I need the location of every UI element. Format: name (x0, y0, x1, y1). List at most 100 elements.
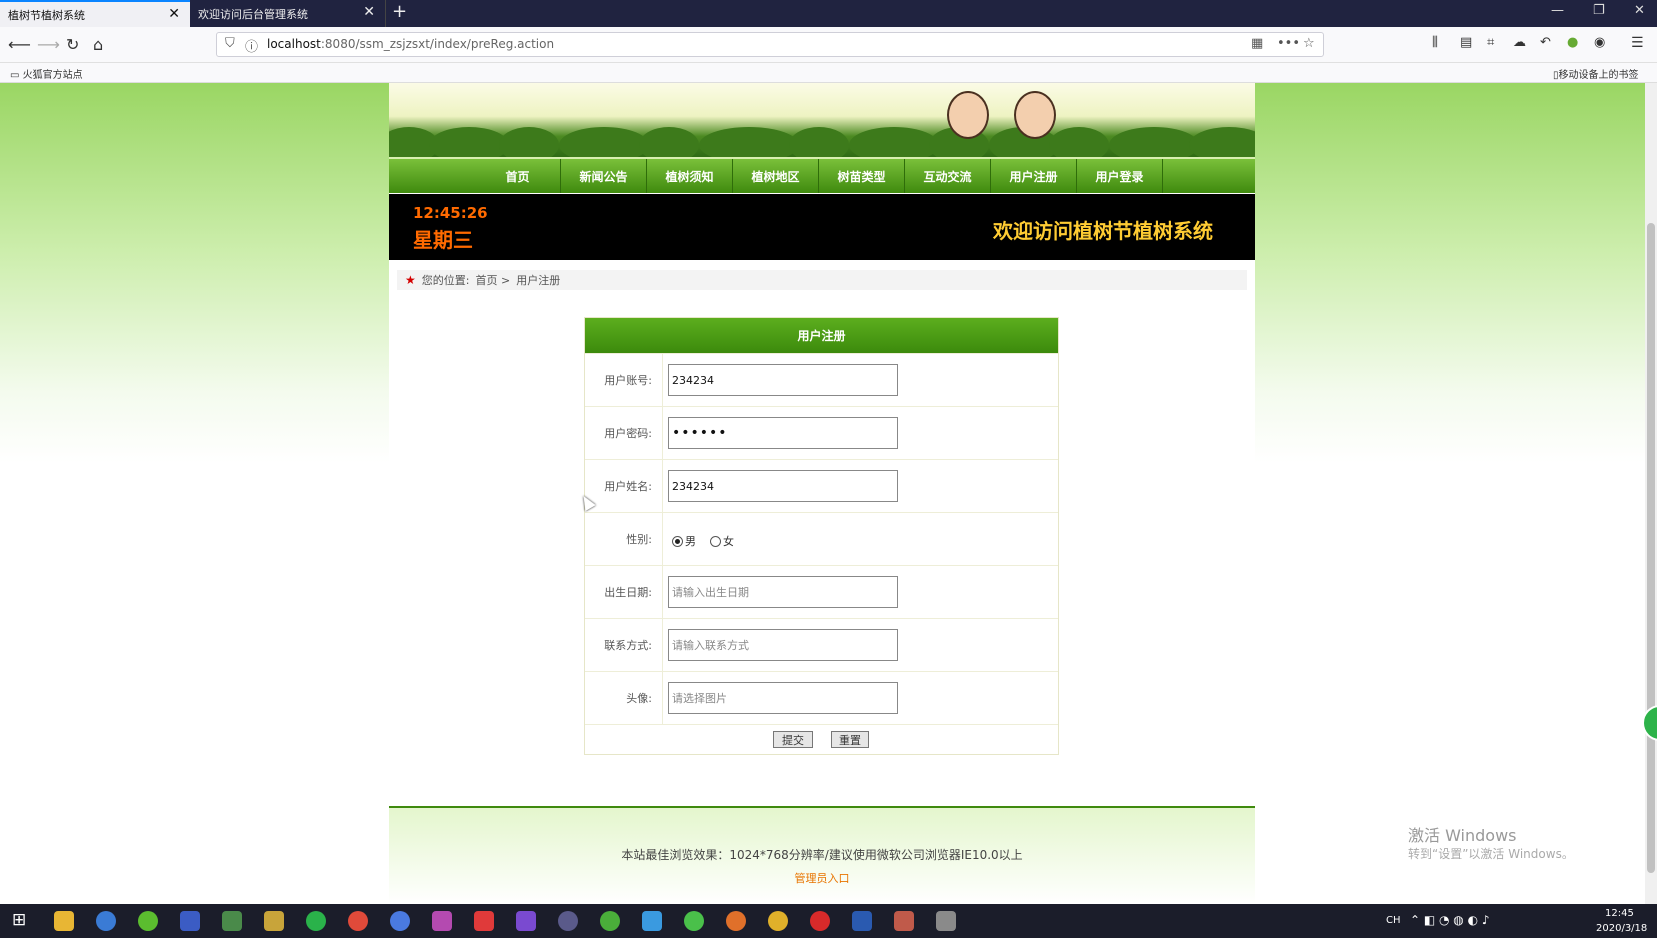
sidebar-icon[interactable]: ▤ (1460, 35, 1472, 50)
clock-text: 12:45:26 (413, 204, 488, 222)
windows-start-icon[interactable]: ⊞ (12, 910, 26, 930)
file-explorer-icon[interactable] (54, 911, 74, 931)
app-icon[interactable] (600, 911, 620, 931)
birth-input[interactable] (668, 576, 898, 608)
word-icon[interactable] (852, 911, 872, 931)
breadcrumb-current: 用户注册 (516, 274, 561, 287)
welcome-text: 欢迎访问植树节植树系统 (993, 219, 1213, 243)
app-icon[interactable] (684, 911, 704, 931)
gender-female-radio[interactable]: 女 (710, 533, 734, 549)
window-close-icon[interactable]: ✕ (1634, 3, 1645, 18)
scrollbar-thumb[interactable] (1647, 223, 1655, 873)
account-label: 用户账号: (585, 354, 663, 406)
name-row: 用户姓名: (585, 459, 1058, 512)
undo-icon[interactable]: ↶ (1540, 35, 1551, 50)
home-icon[interactable]: ⌂ (93, 35, 103, 54)
avatar-input[interactable] (668, 682, 898, 714)
menu-register[interactable]: 用户注册 (991, 159, 1077, 193)
more-icon[interactable]: ••• (1277, 36, 1300, 51)
password-input[interactable] (668, 417, 898, 449)
qr-icon[interactable]: ▦ (1251, 36, 1263, 51)
forward-icon[interactable]: ⟶ (37, 35, 60, 54)
library-icon[interactable]: ⫼ (1432, 35, 1438, 50)
extension-icon[interactable]: ● (1567, 35, 1578, 50)
menu-icon[interactable]: ☰ (1631, 35, 1644, 51)
taskbar-date[interactable]: 2020/3/18 (1596, 923, 1647, 934)
restore-icon[interactable]: ❐ (1593, 3, 1605, 18)
chrome-icon[interactable] (768, 911, 788, 931)
tray-icons[interactable]: ⌃ ◧ ◔ ◍ ◐ ♪ (1410, 913, 1490, 927)
tab-active[interactable]: 植树节植树系统 ✕ (0, 0, 190, 27)
form-title: 用户注册 (585, 318, 1058, 353)
chrome-icon[interactable] (348, 911, 368, 931)
bookmark-star-icon[interactable]: ☆ (1303, 36, 1315, 51)
new-tab-button[interactable]: + (392, 1, 407, 22)
url-bar[interactable]: ⛉ ⓘ localhost:8080/ssm_zsjzsxt/index/pre… (216, 32, 1324, 57)
info-icon[interactable]: ⓘ (245, 36, 258, 55)
minimize-icon[interactable]: — (1551, 3, 1564, 18)
submit-button[interactable]: 提交 (773, 731, 813, 748)
tools-icon[interactable] (264, 911, 284, 931)
ide-icon[interactable] (432, 911, 452, 931)
screenshot-icon[interactable]: ⌗ (1487, 35, 1494, 50)
app-icon[interactable] (936, 911, 956, 931)
taskbar-time[interactable]: 12:45 (1605, 908, 1634, 919)
name-input[interactable] (668, 470, 898, 502)
menu-sapling-types[interactable]: 树苗类型 (819, 159, 905, 193)
opera-icon[interactable] (810, 911, 830, 931)
activation-watermark-title: 激活 Windows (1408, 826, 1517, 845)
menu-interaction[interactable]: 互动交流 (905, 159, 991, 193)
password-label: 用户密码: (585, 407, 663, 459)
breadcrumb-home[interactable]: 首页 > (475, 272, 510, 288)
input-language[interactable]: CH (1386, 915, 1401, 926)
contact-row: 联系方式: (585, 618, 1058, 671)
menu-areas[interactable]: 植树地区 (733, 159, 819, 193)
url-text[interactable]: localhost:8080/ssm_zsjzsxt/index/preReg.… (267, 37, 554, 51)
menu-home[interactable]: 首页 (475, 159, 561, 193)
page-viewport: 首页 新闻公告 植树须知 植树地区 树苗类型 互动交流 用户注册 用户登录 12… (0, 83, 1645, 904)
tab-title: 欢迎访问后台管理系统 (198, 7, 308, 21)
account-input[interactable] (668, 364, 898, 396)
birth-label: 出生日期: (585, 566, 663, 618)
tab-inactive[interactable]: 欢迎访问后台管理系统 ✕ (190, 0, 386, 27)
avatar-row: 头像: (585, 671, 1058, 724)
qq-icon[interactable] (474, 911, 494, 931)
gender-label: 性别: (585, 513, 663, 565)
browser-app-icon[interactable] (96, 911, 116, 931)
app-icon[interactable] (390, 911, 410, 931)
breadcrumb-prefix: 您的位置: (421, 274, 470, 287)
contact-input[interactable] (668, 629, 898, 661)
close-icon[interactable]: ✕ (168, 6, 180, 22)
radio-checked-icon[interactable] (672, 535, 683, 547)
app-icon[interactable] (222, 911, 242, 931)
menu-guide[interactable]: 植树须知 (647, 159, 733, 193)
vertical-scrollbar[interactable] (1645, 83, 1657, 904)
visual-studio-icon[interactable] (516, 911, 536, 931)
shield-icon[interactable]: ⛉ (225, 36, 235, 51)
back-icon[interactable]: ⟵ (8, 35, 31, 54)
reset-button[interactable]: 重置 (831, 731, 869, 748)
chat-icon[interactable]: ☁ (1513, 35, 1526, 50)
app-icon[interactable] (138, 911, 158, 931)
menu-news[interactable]: 新闻公告 (561, 159, 647, 193)
menu-login[interactable]: 用户登录 (1077, 159, 1163, 193)
mobile-bookmarks[interactable]: ▯移动设备上的书签 (1553, 66, 1639, 81)
register-form: 用户注册 用户账号: 用户密码: 用户姓名: 性别: 男 女 出生日期: (584, 317, 1059, 755)
bookmark-folder[interactable]: ▭ 火狐官方站点 (10, 66, 83, 81)
account-icon[interactable]: ◉ (1594, 35, 1605, 50)
app-icon[interactable] (558, 911, 578, 931)
close-icon[interactable]: ✕ (363, 4, 375, 20)
footer-note: 本站最佳浏览效果：1024*768分辨率/建议使用微软公司浏览器IE10.0以上 (621, 848, 1023, 862)
name-label: 用户姓名: (585, 460, 663, 512)
gender-male-radio[interactable]: 男 (672, 533, 696, 549)
app-icon[interactable] (642, 911, 662, 931)
main-menu: 首页 新闻公告 植树须知 植树地区 树苗类型 互动交流 用户注册 用户登录 (389, 157, 1255, 193)
reload-icon[interactable]: ↻ (66, 35, 79, 54)
app-icon[interactable] (180, 911, 200, 931)
firefox-icon[interactable] (726, 911, 746, 931)
taskbar: ⊞ CH ⌃ ◧ ◔ ◍ ◐ ♪ 12:45 2020/3/18 (0, 904, 1657, 938)
star-icon: ★ (405, 273, 416, 287)
app-icon[interactable] (894, 911, 914, 931)
wechat-icon[interactable] (306, 911, 326, 931)
radio-unchecked-icon[interactable] (710, 535, 721, 547)
